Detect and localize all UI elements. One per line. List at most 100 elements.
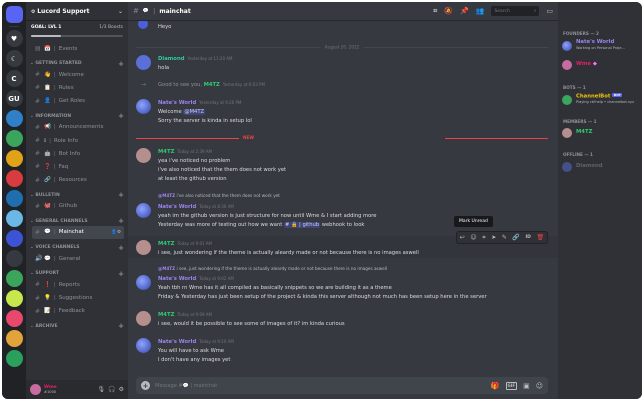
author-name[interactable]: M4TZ xyxy=(158,149,174,155)
member-item[interactable]: M4TZ xyxy=(562,125,640,140)
channel-item[interactable]: # 🤖 | Bot Info xyxy=(32,147,124,160)
avatar xyxy=(136,203,151,218)
gift-icon[interactable]: 🎁 xyxy=(491,382,500,390)
channel-item[interactable]: # ❗ | Reports xyxy=(32,278,124,291)
notification-bell-icon[interactable]: 🔕 xyxy=(444,7,453,15)
author-name[interactable]: M4TZ xyxy=(158,241,174,247)
channel-item[interactable]: # 🔗 | Resources xyxy=(32,174,124,187)
add-channel-icon[interactable]: + xyxy=(118,270,124,278)
delete-icon[interactable]: 🗑 xyxy=(536,234,544,241)
channel-category[interactable]: ⌄ INFORMATION + xyxy=(26,108,128,121)
channel-item[interactable]: # ℹ | Role Info xyxy=(32,134,124,147)
forward-icon[interactable]: ➤ xyxy=(491,234,496,241)
channel-category[interactable]: ⌄ GETTING STARTED + xyxy=(26,55,128,68)
react-icon[interactable]: ☺ xyxy=(470,234,476,241)
author-name[interactable]: Diamond xyxy=(158,56,185,62)
author-name[interactable]: Nate's World xyxy=(158,276,196,282)
folder-icon[interactable] xyxy=(5,230,23,247)
channel-item[interactable]: # 💡 | Suggestions xyxy=(32,291,124,304)
server-icon[interactable] xyxy=(5,130,23,147)
author-name[interactable]: M4TZ xyxy=(158,312,174,318)
channel-item[interactable]: # ❓ | Faq xyxy=(32,160,124,173)
join-mention[interactable]: M4TZ xyxy=(204,82,220,88)
link-icon[interactable]: 🔗 xyxy=(512,234,519,241)
moon-icon[interactable]: ☾ xyxy=(5,50,23,67)
add-attachment-icon[interactable]: + xyxy=(141,381,150,390)
channel-item[interactable]: ▤ 📅 | Events xyxy=(32,42,124,55)
server-icon[interactable] xyxy=(5,190,23,207)
threads-icon[interactable]: ⌗ xyxy=(433,7,437,16)
server-icon[interactable] xyxy=(5,170,23,187)
author-name[interactable]: Nate's World xyxy=(158,100,196,106)
chat-area: # 💬 | mainchat ⌗ 🔕 📌 👥 Search ⌕ ▭ Heyo A… xyxy=(128,2,558,399)
channel-item[interactable]: 🔊 💬 | General xyxy=(32,252,124,265)
member-item[interactable]: Wme ◆ xyxy=(562,57,640,72)
channel-category[interactable]: ⌄ ARCHIVE + xyxy=(26,318,128,331)
member-item[interactable]: Nate's World Working on Personal Proje... xyxy=(562,38,640,53)
reply-author[interactable]: @M4TZ xyxy=(158,193,175,198)
reply-icon[interactable]: ↩ xyxy=(460,234,465,241)
reply-author[interactable]: @M4TZ xyxy=(158,266,175,271)
server-icon[interactable] xyxy=(5,290,23,307)
gu-server-icon[interactable]: GU xyxy=(5,90,23,107)
server-icon[interactable] xyxy=(5,310,23,327)
server-icon[interactable] xyxy=(5,210,23,227)
channel-item[interactable]: # 🐙 | Github xyxy=(32,200,124,213)
member-item[interactable]: Diamond xyxy=(562,159,640,174)
add-channel-icon[interactable]: + xyxy=(118,322,124,330)
mute-icon[interactable]: 🎙 xyxy=(98,386,106,393)
channel-item[interactable]: # 👋 | Welcome xyxy=(32,68,124,81)
channel-emoji-icon: ℹ xyxy=(44,137,47,144)
c-server-icon[interactable]: C xyxy=(5,70,23,87)
channel-category[interactable]: ⌄ VOICE CHANNELS + xyxy=(26,239,128,252)
search-input[interactable]: Search ⌕ xyxy=(491,6,540,16)
lucord-server-icon[interactable] xyxy=(5,110,23,127)
gif-icon[interactable]: GIF xyxy=(505,381,518,390)
author-name[interactable]: Nate's World xyxy=(158,204,196,210)
author-name[interactable]: Nate's World xyxy=(158,339,196,345)
channel-item[interactable]: # 📢 | Announcements xyxy=(32,121,124,134)
add-channel-icon[interactable]: + xyxy=(118,244,124,252)
sticker-icon[interactable]: ▣ xyxy=(523,382,530,390)
inbox-icon[interactable]: ▭ xyxy=(546,7,553,15)
settings-gear-icon[interactable]: ⚙ xyxy=(119,386,124,393)
channel-settings-icon[interactable]: 👤⚙ xyxy=(111,230,121,235)
reply-reference[interactable]: @M4TZ i see, just wondering if the theme… xyxy=(158,266,387,271)
channel-item[interactable]: # 📋 | Rules xyxy=(32,81,124,94)
add-channel-icon[interactable]: + xyxy=(118,112,124,120)
channel-category[interactable]: ⌄ SUPPORT + xyxy=(26,265,128,278)
channel-mention[interactable]: # 🔒 | github xyxy=(283,222,321,228)
message-composer[interactable]: + Message #💬 | mainchat 🎁 GIF ▣ ☺ xyxy=(136,377,548,394)
avatar[interactable] xyxy=(30,384,41,395)
add-channel-icon[interactable]: + xyxy=(118,217,124,225)
add-channel-icon[interactable]: + xyxy=(118,191,124,199)
heart-icon[interactable]: ♥ xyxy=(5,30,23,47)
server-icon[interactable] xyxy=(5,330,23,347)
message[interactable]: Heyo xyxy=(128,21,548,35)
channel-category[interactable]: ⌄ BULLETIN + xyxy=(26,187,128,200)
member-list-icon[interactable]: 👥 xyxy=(476,7,485,15)
server-icon[interactable] xyxy=(5,350,23,367)
discord-logo-icon[interactable] xyxy=(5,6,23,23)
drop-icon[interactable] xyxy=(5,270,23,287)
server-icon[interactable] xyxy=(5,150,23,167)
member-item[interactable]: ChannelBot BOT Playing cb!help • channelbo… xyxy=(562,92,640,107)
chevron-icon[interactable] xyxy=(5,250,23,267)
reply-reference[interactable]: @M4TZ i've also noticed that the them do… xyxy=(158,193,280,198)
headphones-icon[interactable]: 🎧 xyxy=(108,386,115,393)
add-channel-icon[interactable]: + xyxy=(118,60,124,68)
channel-item[interactable]: # 👤 | Get Roles xyxy=(32,95,124,108)
guild-header[interactable]: ⚙ Lucord Support ⌄ xyxy=(26,2,128,21)
channel-item[interactable]: # 📝 | Feedback xyxy=(32,305,124,318)
emoji-icon[interactable]: ☺ xyxy=(536,382,543,390)
channel-item[interactable]: # 💬 | Mainchat 👤⚙ xyxy=(32,225,124,240)
user-mention[interactable]: @M4TZ xyxy=(183,109,206,115)
thread-icon[interactable]: ⌗ xyxy=(482,234,485,242)
channel-category[interactable]: ⌄ GENERAL CHANNELS + xyxy=(26,213,128,226)
pin-icon[interactable]: 📌 xyxy=(460,7,469,15)
pin-icon[interactable]: ✎ xyxy=(502,234,507,241)
id-icon[interactable]: ID xyxy=(525,235,530,240)
boost-goal[interactable]: GOAL: LVL 1 1/3 Boosts xyxy=(26,21,128,33)
role-header: MEMBERS — 1 xyxy=(563,119,597,124)
chevron-down-icon[interactable]: ⌄ xyxy=(118,8,123,15)
